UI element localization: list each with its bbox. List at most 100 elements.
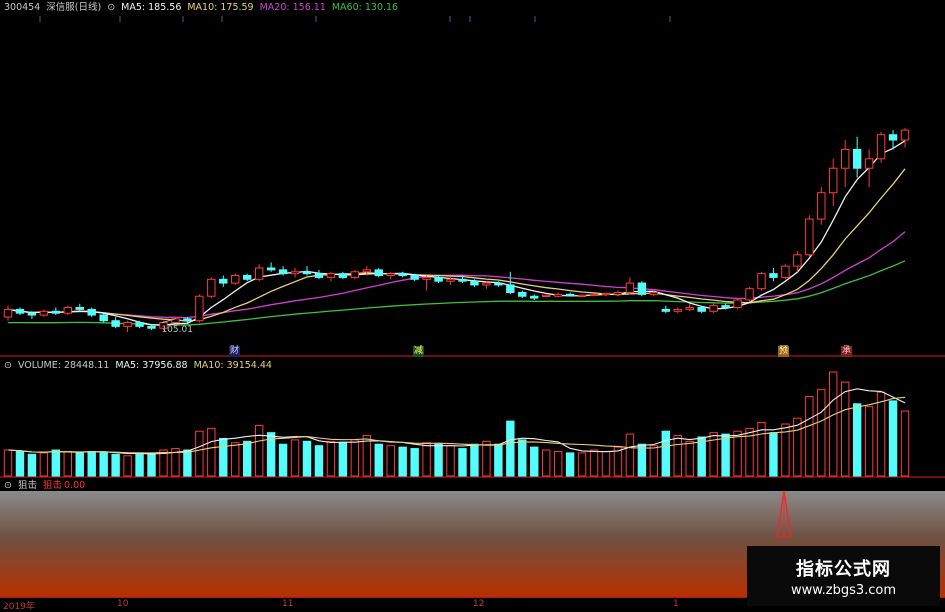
candle-down (278, 269, 288, 275)
volume-bar (793, 417, 802, 477)
candle-up (876, 134, 886, 160)
candle-down (219, 278, 228, 284)
volume-bar (506, 420, 515, 477)
candle-down (75, 307, 84, 310)
volume-bar (685, 440, 694, 477)
volume-bar (386, 445, 395, 477)
volume-bar (817, 388, 826, 477)
indicator-name[interactable]: 狙击 (18, 480, 37, 491)
candle-up (350, 271, 360, 278)
volume-bar (494, 443, 503, 477)
watermark-url: www.zbgs3.com (790, 582, 897, 598)
candle-up (422, 276, 431, 280)
candle-up (840, 148, 850, 169)
volume-bar (39, 452, 49, 477)
indicator-label: 狙击 (42, 480, 62, 491)
candle-up (541, 294, 551, 297)
watermark-title: 指标公式网 (796, 558, 891, 580)
candle-up (362, 269, 372, 273)
candle-up (231, 275, 240, 284)
volume-bar (75, 452, 84, 477)
candle-down (530, 295, 539, 299)
ma10-line (7, 168, 906, 322)
volume-bar (207, 427, 216, 477)
candle-up (39, 310, 49, 316)
candle-down (314, 273, 324, 278)
candle-up (673, 308, 682, 312)
volume-bar (183, 449, 192, 477)
ma5-line (7, 140, 906, 326)
candle-up (326, 273, 336, 278)
candle-up (577, 294, 587, 297)
candle-up (386, 273, 395, 277)
candle-down (111, 320, 120, 327)
candle-up (625, 282, 635, 293)
event-marker-forecast[interactable]: 预 (778, 346, 790, 357)
volume-bar (27, 453, 37, 477)
volume-panel[interactable]: ⊙ VOLUME: 28448.11 MA5: 37956.88 MA10: 3915… (0, 358, 945, 478)
candle-down (852, 148, 862, 169)
candle-down (266, 267, 276, 271)
volume-bar (195, 430, 204, 477)
candle-down (661, 308, 671, 312)
x-axis-label: 12 (473, 599, 485, 609)
x-axis-label: 11 (282, 599, 294, 609)
volume-bar (625, 433, 635, 477)
candle-down (374, 269, 383, 277)
volume-bar (769, 432, 778, 477)
volume-chart[interactable] (0, 358, 945, 478)
volume-bar (51, 449, 61, 477)
price-panel[interactable]: 300454 深信服(日线) ⊙ MA5: 185.56 MA10: 175.59 MA2… (0, 0, 945, 357)
candle-up (864, 158, 874, 169)
volume-bar (123, 455, 132, 477)
candlestick-chart[interactable]: 105.01 (0, 0, 945, 357)
candle-down (518, 291, 527, 297)
candle-down (565, 293, 575, 297)
volume-bar (350, 439, 360, 477)
volume-bar (673, 435, 682, 477)
candle-down (458, 278, 467, 282)
ma60-line (8, 260, 906, 326)
volume-bar (470, 443, 479, 477)
volume-bar (649, 445, 659, 477)
volume-bar (314, 445, 324, 477)
volume-bar (374, 443, 383, 477)
candle-up (709, 305, 718, 312)
indicator-toggle-icon[interactable]: ⊙ (4, 480, 12, 491)
volume-bar (302, 440, 312, 477)
candle-down (721, 305, 730, 309)
volume-bar (99, 452, 108, 477)
volume-bar (219, 437, 228, 477)
candle-up (757, 273, 766, 290)
candle-up (195, 295, 204, 322)
volume-bar (338, 442, 348, 477)
volume-bar (589, 449, 599, 477)
candle-up (900, 129, 910, 141)
volume-bar (87, 450, 96, 477)
candle-up (553, 293, 563, 297)
volume-bar (63, 450, 73, 477)
event-marker-financial[interactable]: 财 (229, 346, 241, 357)
candle-up (793, 254, 802, 267)
candle-up (805, 218, 814, 256)
volume-bar (637, 443, 647, 477)
volume-bar (15, 450, 25, 477)
candle-up (63, 307, 73, 314)
candle-down (434, 276, 443, 282)
volume-bar (398, 446, 407, 477)
volume-bar (661, 430, 671, 477)
candle-up (649, 291, 659, 295)
volume-bar (147, 453, 156, 477)
volume-bar (900, 410, 910, 477)
event-marker-commit[interactable]: 承 (841, 346, 853, 357)
candle-down (637, 282, 647, 295)
volume-bar (541, 449, 551, 477)
volume-bar (840, 381, 850, 477)
volume-bar (242, 440, 252, 477)
volume-bar (3, 449, 13, 477)
volume-bar (565, 452, 575, 477)
event-marker-reduce[interactable]: 减 (413, 346, 425, 357)
candle-down (242, 275, 252, 280)
candle-down (183, 318, 192, 322)
volume-bar (254, 424, 264, 477)
